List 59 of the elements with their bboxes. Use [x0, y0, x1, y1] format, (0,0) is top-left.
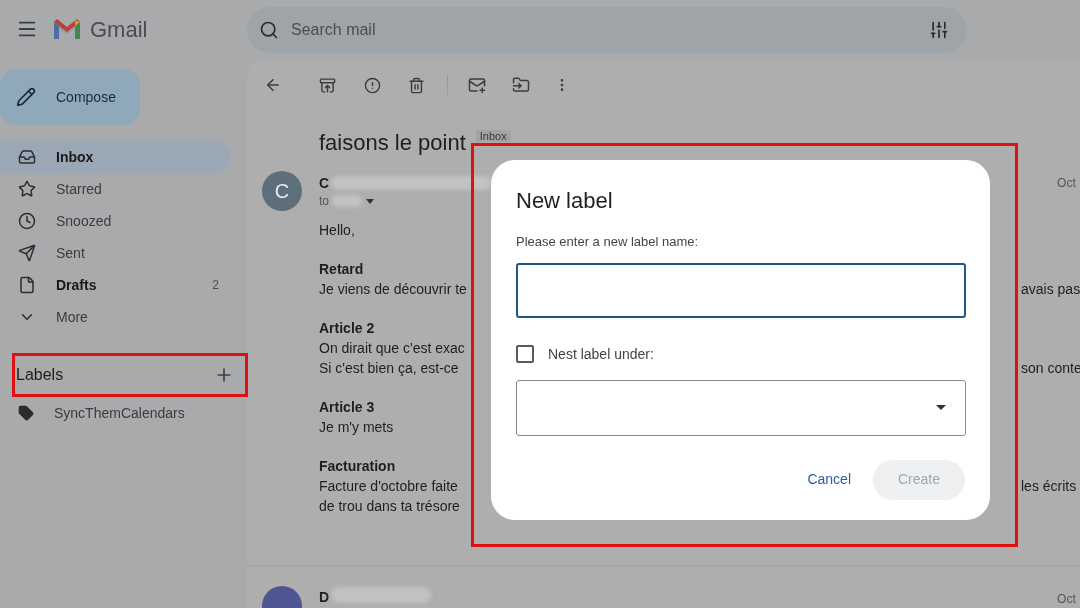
- mail-icon[interactable]: [468, 76, 486, 94]
- clock-icon: [18, 212, 36, 230]
- alert-icon[interactable]: [364, 76, 381, 94]
- inbox-icon: [18, 148, 36, 166]
- email-text: Si c'est bien ça, est-ce: [319, 359, 459, 378]
- label-name-field[interactable]: [516, 262, 966, 318]
- folder-icon[interactable]: [512, 76, 530, 94]
- label-item[interactable]: SyncThemCalendars: [0, 397, 247, 429]
- nav-item[interactable]: Snoozed: [0, 205, 230, 237]
- section-heading: Article 3: [319, 398, 375, 417]
- app-name: Gmail: [90, 15, 148, 44]
- cancel-button[interactable]: Cancel: [805, 469, 853, 490]
- section-heading: Article 2: [319, 319, 375, 338]
- draft-count: 2: [212, 277, 220, 294]
- nav-item[interactable]: More: [0, 301, 230, 333]
- recipient-label: to: [319, 193, 329, 210]
- file-icon: [18, 276, 36, 294]
- sender-name: C: [319, 173, 330, 193]
- filter-icon[interactable]: [929, 20, 949, 40]
- email-subject: faisons le point: [319, 129, 466, 157]
- gmail-logo-icon: [52, 17, 82, 41]
- email-text: Je viens de découvrir te: [319, 280, 467, 299]
- email-text: avais pas: [1021, 280, 1080, 299]
- label-chip[interactable]: Inbox: [475, 129, 511, 142]
- nav-item[interactable]: Sent: [0, 237, 230, 269]
- email-text: On dirait que c'est exac: [319, 339, 465, 358]
- email-date: Oct: [1057, 175, 1076, 192]
- search-icon: [259, 20, 279, 40]
- email-date: Oct: [1057, 591, 1076, 608]
- nav-item[interactable]: Drafts 2: [0, 269, 230, 301]
- dialog-prompt: Please enter a new label name:: [516, 233, 700, 251]
- email-greeting: Hello,: [319, 221, 355, 240]
- email-text: de trou dans ta trésore: [319, 497, 460, 516]
- email-text: les écrits: [1021, 477, 1077, 496]
- nest-checkbox[interactable]: [516, 345, 534, 363]
- labels-heading: Labels: [16, 365, 64, 385]
- nav-item[interactable]: Starred: [0, 173, 230, 205]
- archive-icon[interactable]: [319, 76, 336, 94]
- email-text: Je m'y mets: [319, 418, 394, 437]
- sender-avatar: C: [262, 171, 302, 211]
- email-text: Facture d'octobre faite: [319, 477, 458, 496]
- dropdown-caret-icon: [936, 405, 946, 410]
- search-input[interactable]: Search mail: [291, 18, 917, 42]
- compose-button[interactable]: Compose: [0, 69, 140, 125]
- back-icon[interactable]: [264, 76, 282, 94]
- pencil-icon: [16, 87, 36, 107]
- label-icon: [18, 405, 34, 421]
- dialog-title: New label: [516, 187, 614, 215]
- send-icon: [18, 244, 36, 262]
- nav-item[interactable]: Inbox: [0, 141, 230, 173]
- trash-icon[interactable]: [408, 76, 425, 94]
- search-bar[interactable]: Search mail: [247, 7, 967, 53]
- nest-label: Nest label under:: [548, 344, 654, 364]
- caret-icon[interactable]: [366, 198, 374, 204]
- section-heading: Retard: [319, 260, 364, 279]
- star-icon: [18, 180, 36, 198]
- sender-name: D: [319, 588, 330, 607]
- parent-label-select[interactable]: [516, 379, 966, 436]
- section-heading: Facturation: [319, 457, 396, 476]
